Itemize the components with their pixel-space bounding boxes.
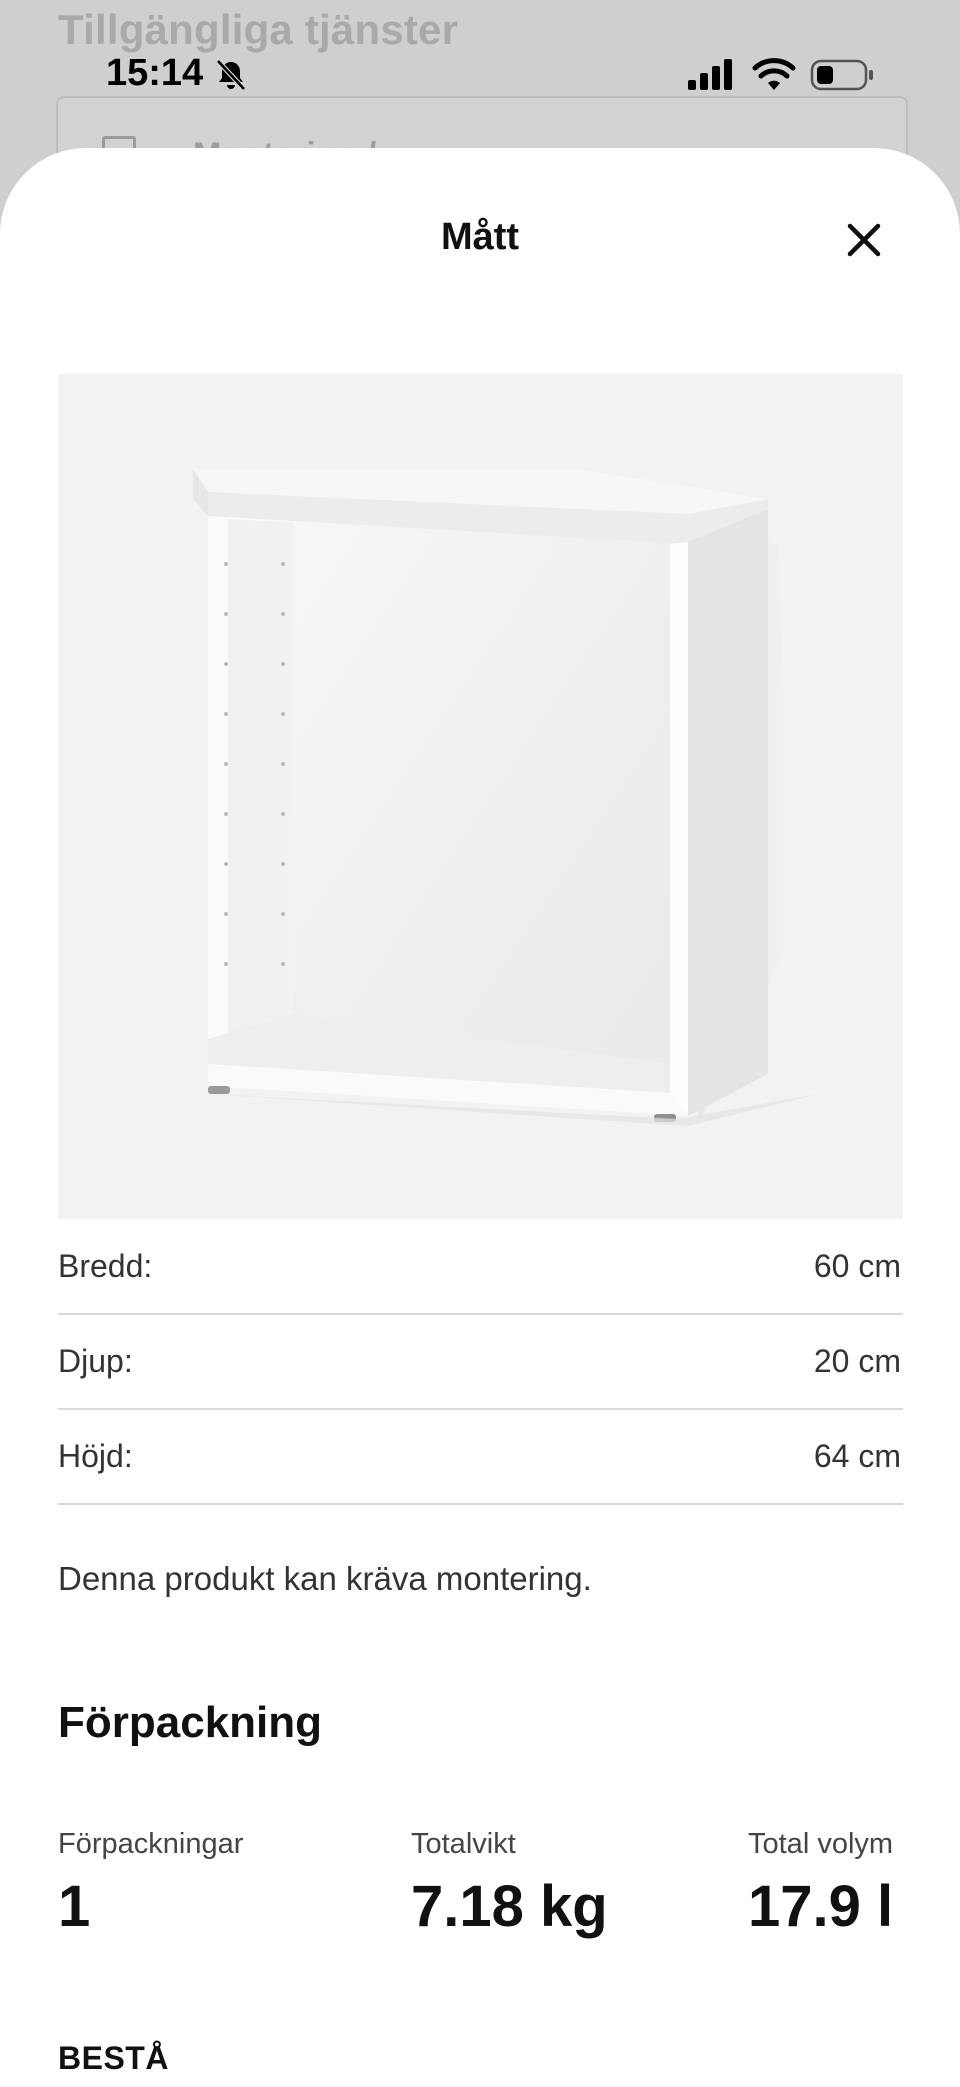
packaging-weight-label: Totalvikt: [411, 1828, 516, 1860]
dimension-value: 20 cm: [813, 1342, 901, 1379]
dimension-value: 60 cm: [813, 1247, 901, 1284]
dimensions-sheet: Mått Bredd: 60 cm Djup: 20 cm Höjd: 64 c…: [0, 148, 960, 2087]
dimension-value: 64 cm: [813, 1437, 901, 1474]
packaging-title: Förpackning: [58, 1698, 323, 1747]
packaging-count-label: Förpackningar: [58, 1828, 244, 1860]
sheet-title: Mått: [440, 216, 520, 258]
close-icon: [847, 223, 881, 257]
packaging-volume: Total volym 17.9 l: [748, 1828, 893, 1940]
dimension-row-depth: Djup: 20 cm: [58, 1314, 903, 1410]
close-button[interactable]: [830, 208, 898, 272]
dimension-row-height: Höjd: 64 cm: [58, 1409, 903, 1505]
product-image: [58, 374, 903, 1219]
assembly-note: Denna produkt kan kräva montering.: [58, 1560, 592, 1597]
packaging-volume-value: 17.9 l: [748, 1874, 894, 1939]
product-name: BESTÅ: [58, 2040, 169, 2076]
cellular-signal-icon: [688, 59, 732, 90]
packaging-weight-value: 7.18 kg: [411, 1874, 608, 1939]
dimension-label: Bredd:: [58, 1247, 153, 1284]
bell-slash-icon: [216, 59, 246, 91]
packaging-count-value: 1: [58, 1874, 91, 1939]
shelf-unit-illustration: [58, 374, 903, 1219]
packaging-count: Förpackningar 1: [58, 1828, 243, 1940]
packaging-volume-label: Total volym: [748, 1828, 894, 1860]
dimension-row-width: Bredd: 60 cm: [58, 1219, 903, 1315]
status-bar: 15:14: [0, 0, 960, 140]
dimension-label: Djup:: [58, 1342, 133, 1379]
wifi-icon: [752, 58, 796, 90]
dimension-label: Höjd:: [58, 1437, 133, 1474]
battery-icon: [810, 59, 873, 91]
packaging-weight: Totalvikt 7.18 kg: [411, 1828, 608, 1940]
status-time: 15:14: [106, 52, 204, 94]
